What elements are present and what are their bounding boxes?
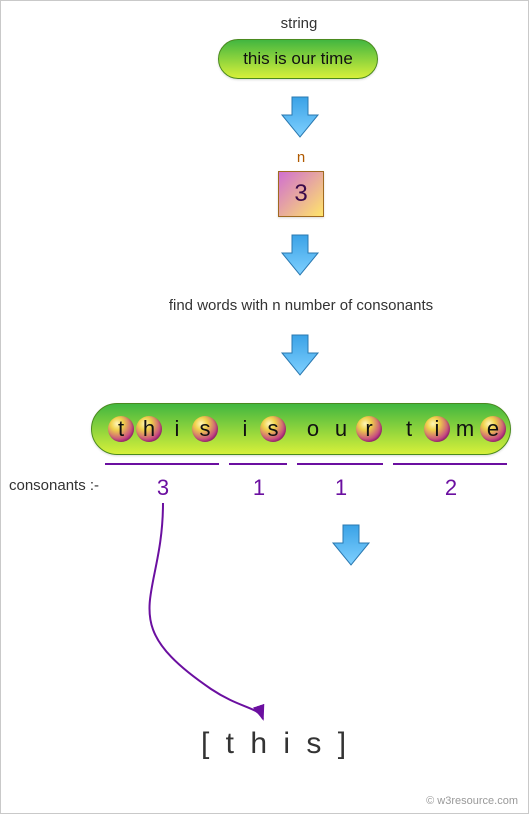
- result-text: [ t h i s ]: [201, 727, 350, 761]
- watermark: © w3resource.com: [426, 795, 518, 807]
- curved-arrow: [1, 1, 529, 814]
- diagram-canvas: string this is our time n 3 find words w…: [0, 0, 529, 814]
